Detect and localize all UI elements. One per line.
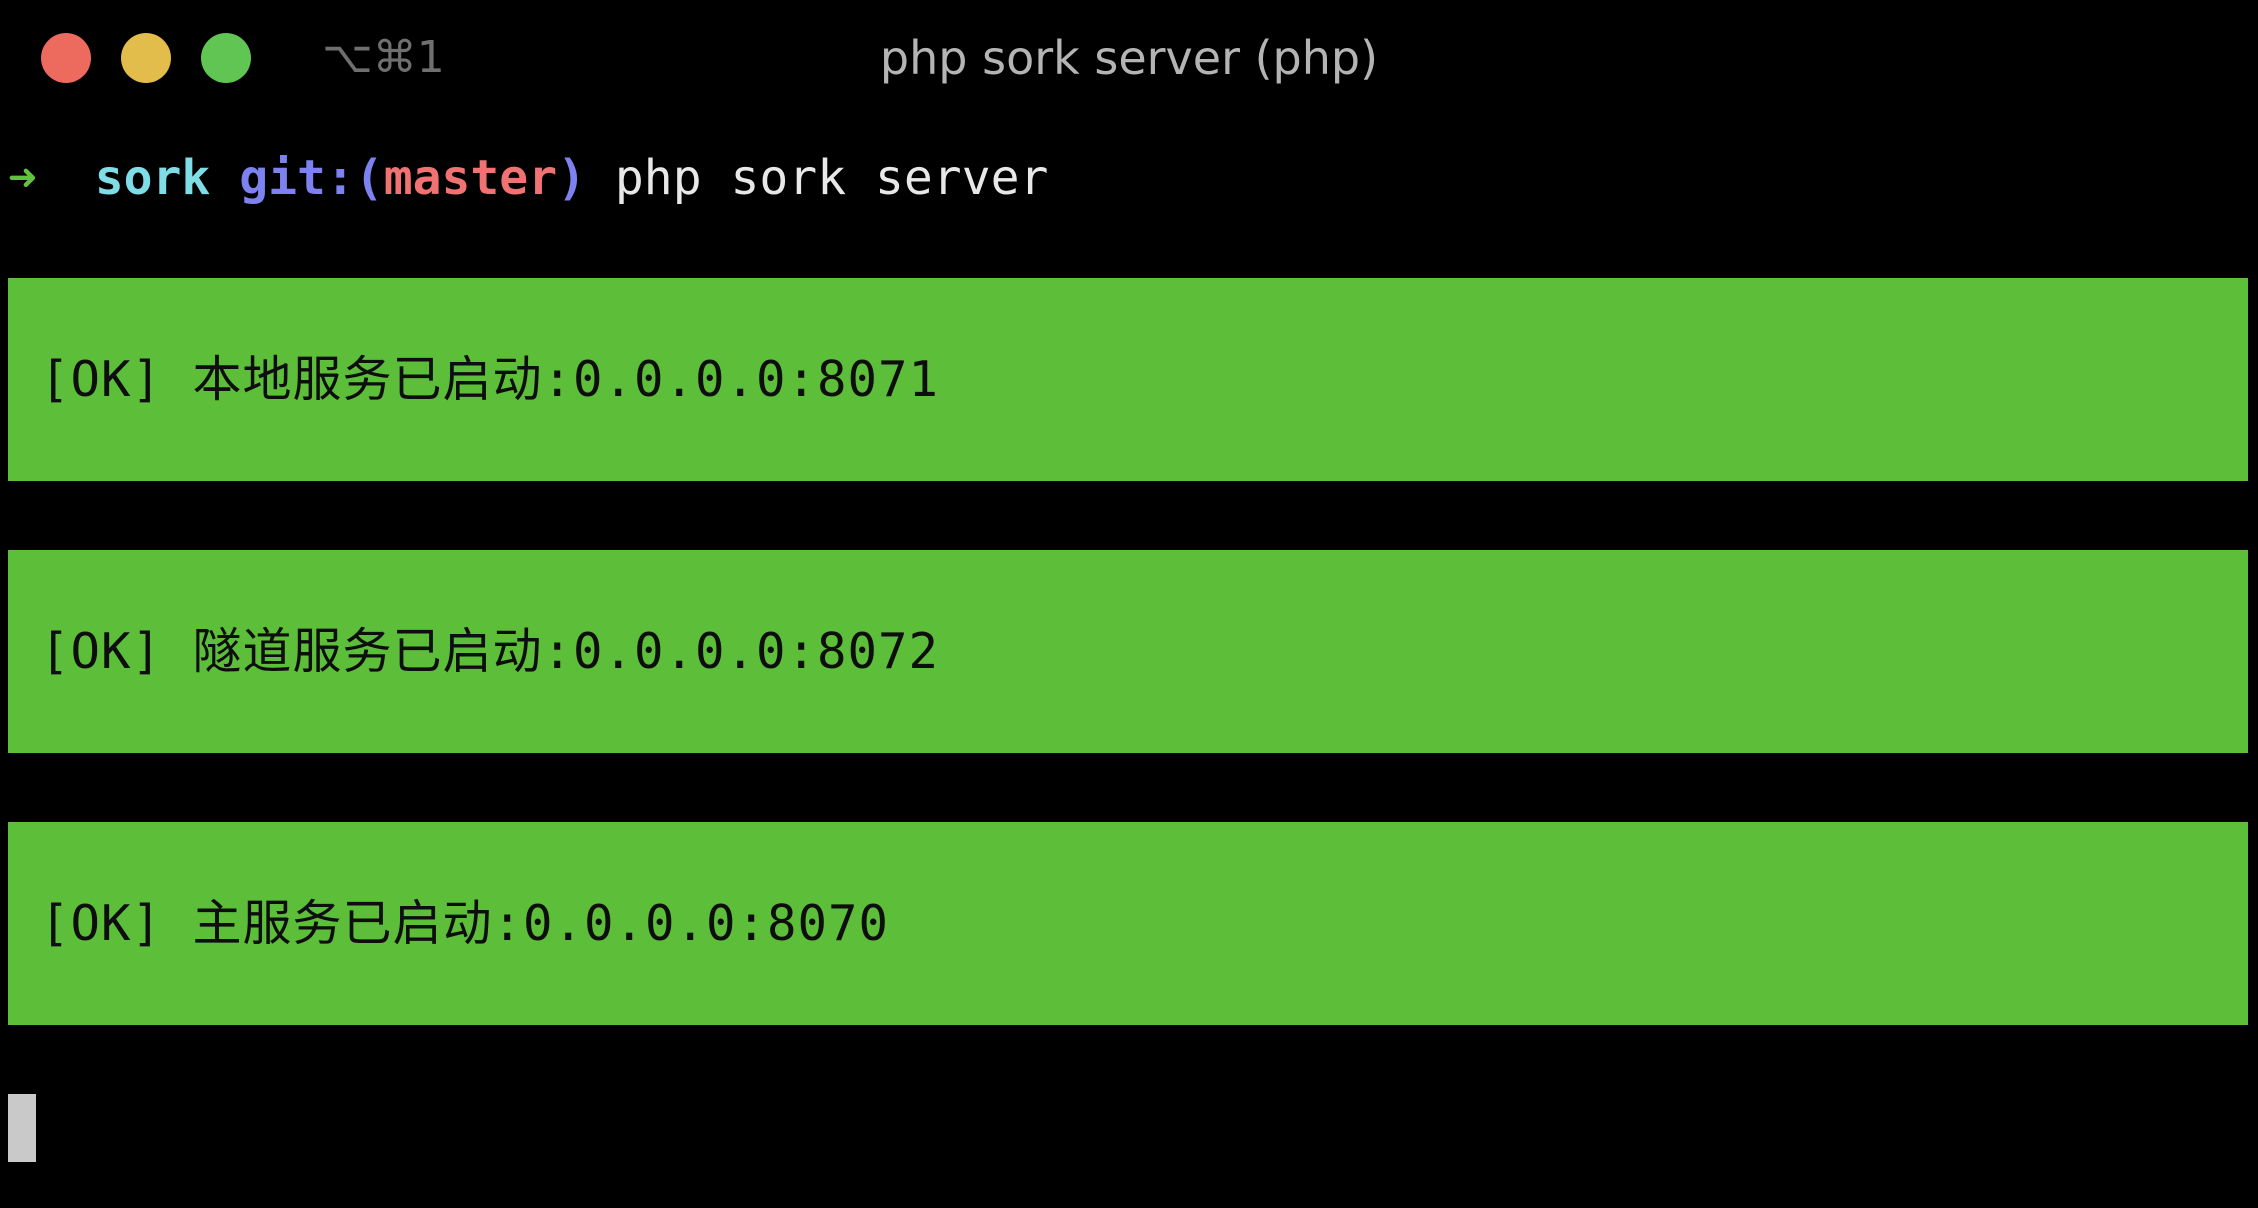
window-title: php sork server (php) bbox=[879, 31, 1379, 85]
ok-message-block: [OK] 主服务已启动:0.0.0.0:8070 bbox=[8, 822, 2248, 1025]
prompt-git-prefix: git:( bbox=[239, 150, 384, 206]
terminal-cursor[interactable] bbox=[8, 1094, 36, 1162]
prompt-command: php sork server bbox=[614, 150, 1049, 206]
ok-message-text: [OK] 主服务已启动:0.0.0.0:8070 bbox=[40, 895, 890, 952]
ok-message-text: [OK] 本地服务已启动:0.0.0.0:8071 bbox=[40, 351, 940, 408]
ok-message-block: [OK] 隧道服务已启动:0.0.0.0:8072 bbox=[8, 550, 2248, 753]
ok-message-text: [OK] 隧道服务已启动:0.0.0.0:8072 bbox=[40, 623, 940, 680]
prompt-git-branch: master bbox=[383, 150, 558, 206]
window-titlebar: ⌥⌘1 php sork server (php) bbox=[0, 0, 2258, 118]
prompt-directory: sork bbox=[94, 150, 211, 206]
prompt-arrow-icon: ➜ bbox=[8, 150, 37, 206]
ok-message-block: [OK] 本地服务已启动:0.0.0.0:8071 bbox=[8, 278, 2248, 481]
prompt-git-suffix: ) bbox=[557, 150, 586, 206]
shell-prompt-line: ➜ sork git:(master) php sork server bbox=[8, 148, 1048, 208]
